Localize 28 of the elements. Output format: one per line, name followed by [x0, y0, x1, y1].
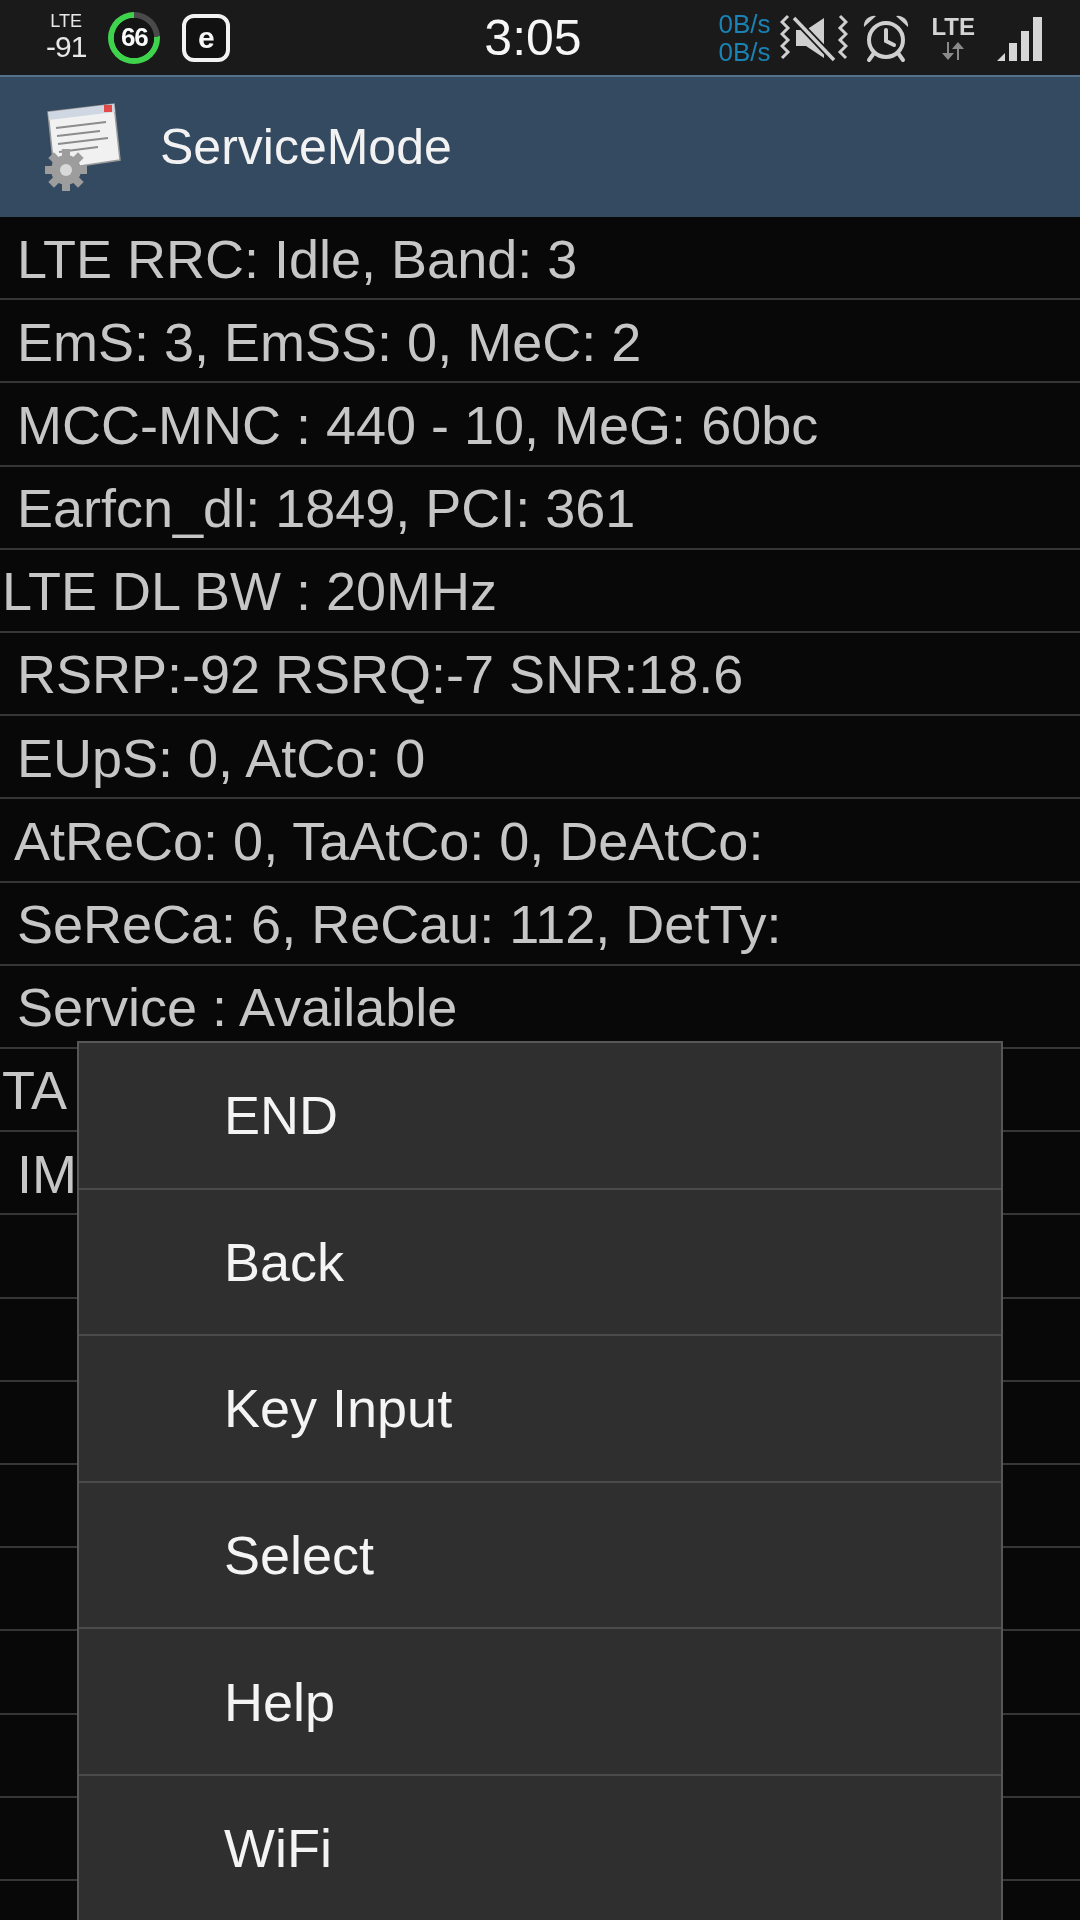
- info-text: MCC-MNC : 440 - 10, MeG: 60bc: [16, 393, 819, 456]
- info-text: EmS: 3, EmSS: 0, MeC: 2: [16, 310, 642, 373]
- menu-item[interactable]: END: [79, 1043, 1001, 1190]
- info-text: LTE RRC: Idle, Band: 3: [16, 227, 578, 290]
- info-text: IM: [16, 1142, 77, 1205]
- menu-item[interactable]: Help: [79, 1629, 1001, 1776]
- battery-ring-meter: 66: [108, 11, 161, 64]
- data-transfer-arrows-icon: [940, 42, 967, 60]
- menu-item[interactable]: Key Input: [79, 1336, 1001, 1483]
- app-notification-badge: e: [182, 13, 231, 62]
- info-text: Service : Available: [16, 976, 458, 1039]
- data-rate-text: 0B/s: [718, 9, 771, 38]
- info-text: SeReCa: 6, ReCau: 112, DetTy:: [16, 893, 782, 956]
- info-text: AtReCo: 0, TaAtCo: 0, DeAtCo:: [13, 809, 764, 872]
- menu-item[interactable]: Select: [79, 1482, 1001, 1630]
- data-rate-text: 0B/s: [718, 37, 771, 66]
- menu-item[interactable]: Back: [79, 1189, 1001, 1337]
- info-text: TA: [2, 1059, 67, 1122]
- info-text: RSRP:-92 RSRQ:-7 SNR:18.6: [16, 643, 744, 706]
- menu-item[interactable]: WiFi: [79, 1775, 1001, 1920]
- info-text: Earfcn_dl: 1849, PCI: 361: [16, 477, 636, 540]
- app-title: ServiceMode: [160, 118, 452, 176]
- data-network-label: LTE: [931, 15, 975, 39]
- info-text: LTE DL BW : 20MHz: [2, 560, 498, 623]
- network-type-label: LTE: [50, 12, 82, 31]
- info-text: EUpS: 0, AtCo: 0: [16, 726, 426, 789]
- signal-strength-text: -91: [46, 31, 87, 63]
- status-clock: 3:05: [484, 8, 583, 67]
